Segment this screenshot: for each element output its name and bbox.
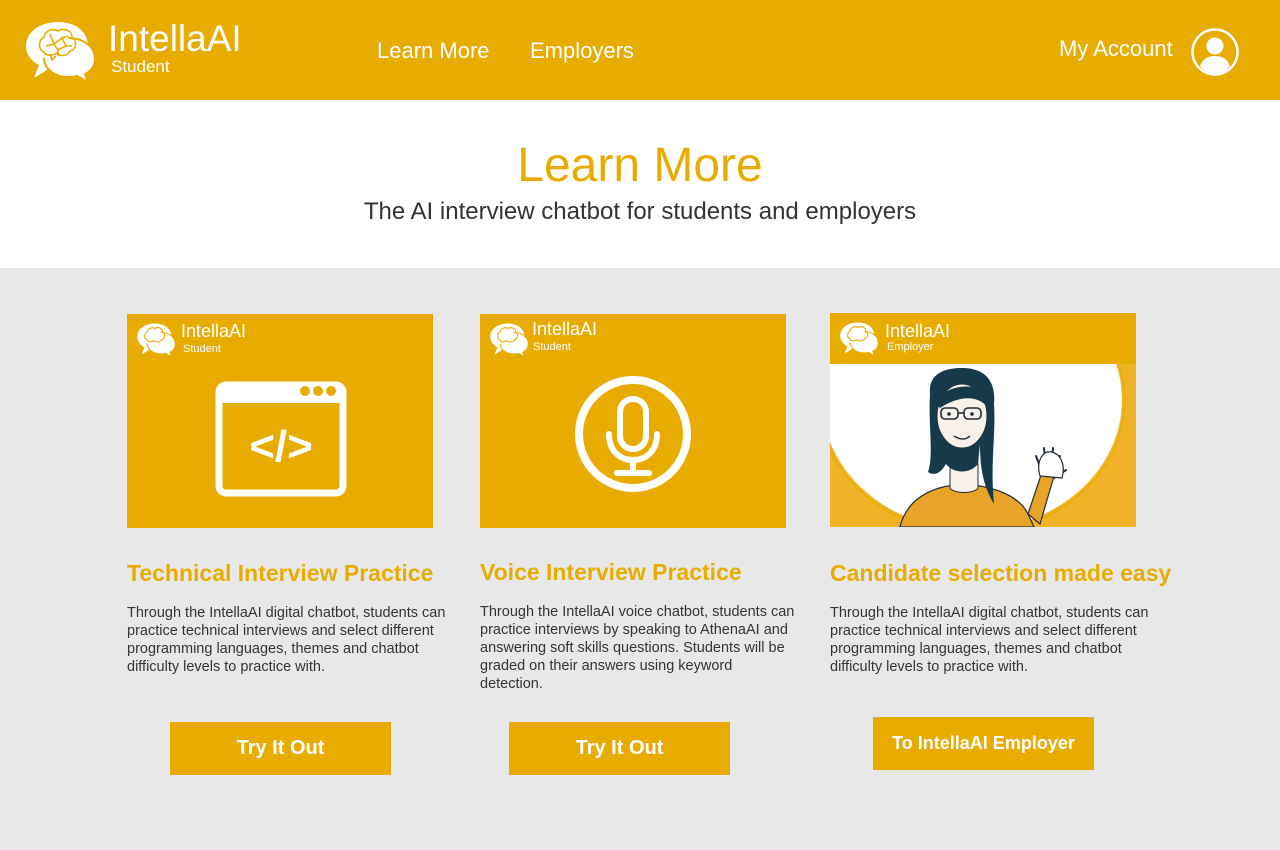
to-intellaai-employer-button[interactable]: To IntellaAI Employer — [873, 717, 1094, 770]
brand-name: IntellaAI — [108, 18, 242, 59]
page-title: Learn More — [517, 139, 763, 192]
try-it-out-button[interactable]: Try It Out — [170, 722, 391, 775]
card-description: Through the IntellaAI voice chatbot, stu… — [480, 604, 795, 692]
my-account-link[interactable]: My Account — [1059, 36, 1173, 62]
nav-employers[interactable]: Employers — [530, 38, 634, 64]
code-window-icon: </> — [215, 381, 347, 497]
hero-section: Learn More The AI interview chatbot for … — [0, 100, 1280, 268]
voice-interview-card-image: IntellaAI Student — [480, 314, 786, 528]
card-title: Candidate selection made easy — [830, 560, 1172, 586]
intellaai-logo[interactable]: IntellaAI Student — [22, 16, 252, 88]
chat-brain-logo-icon — [26, 22, 97, 84]
card-logo-subtitle: Student — [533, 341, 571, 353]
card-title: Technical Interview Practice — [127, 560, 434, 586]
card-logo-subtitle: Employer — [887, 341, 934, 353]
chat-brain-logo-icon — [490, 323, 529, 358]
card-description: Through the IntellaAI digital chatbot, s… — [830, 605, 1149, 675]
top-navigation-bar: IntellaAI Student Learn More Employers M… — [0, 0, 1280, 100]
try-it-out-button[interactable]: Try It Out — [509, 722, 730, 775]
nav-learn-more[interactable]: Learn More — [377, 38, 490, 64]
technical-interview-card-image: IntellaAI Student </> — [127, 314, 433, 528]
microphone-icon — [575, 376, 691, 492]
page-subtitle: The AI interview chatbot for students an… — [363, 198, 917, 225]
employer-card-image: IntellaAI Employer — [830, 313, 1136, 527]
card-logo-name: IntellaAI — [885, 321, 951, 341]
card-description: Through the IntellaAI digital chatbot, s… — [127, 605, 446, 675]
svg-text:</>: </> — [249, 422, 313, 471]
card-logo-name: IntellaAI — [181, 321, 247, 341]
card-title: Voice Interview Practice — [480, 559, 742, 585]
card-logo-name: IntellaAI — [532, 319, 598, 339]
brand-subtitle: Student — [111, 57, 170, 76]
user-avatar-icon[interactable] — [1191, 28, 1239, 76]
waving-woman-illustration — [830, 364, 1136, 527]
card-logo-subtitle: Student — [183, 343, 221, 355]
chat-brain-logo-icon — [840, 322, 879, 357]
chat-brain-logo-icon — [137, 323, 176, 358]
